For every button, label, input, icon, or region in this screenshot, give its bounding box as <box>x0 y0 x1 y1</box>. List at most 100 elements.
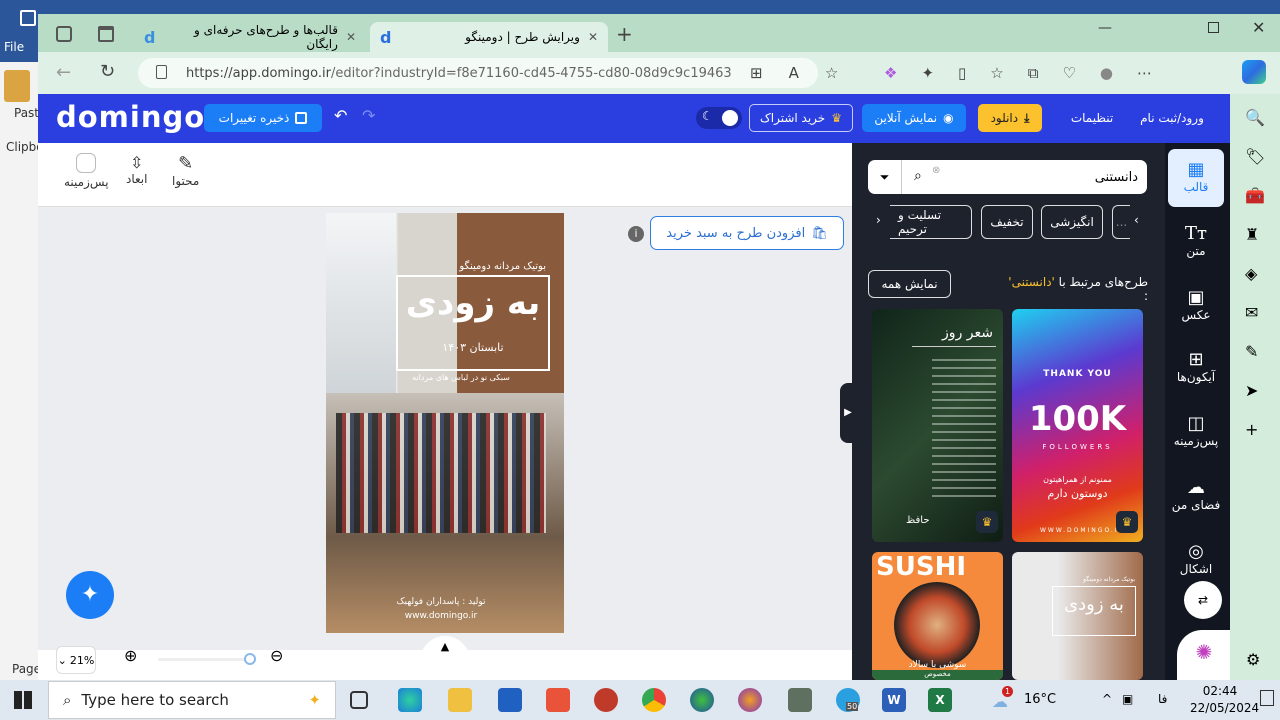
workspaces-icon[interactable] <box>56 26 72 42</box>
shopping-tag-icon[interactable]: 🏷 <box>1245 147 1265 166</box>
vertical-tabs-icon[interactable] <box>98 26 114 42</box>
excel-taskbar-icon[interactable]: X <box>928 688 952 712</box>
info-icon[interactable]: i <box>628 226 644 242</box>
ai-brain-button[interactable]: ✺ <box>1177 630 1231 680</box>
weather-temp[interactable]: 16°C <box>1024 692 1056 707</box>
network-icon[interactable]: ▣ <box>1122 692 1133 706</box>
favorites-icon[interactable]: ☆ <box>990 64 1003 82</box>
content-tool[interactable]: ✎ محتوا <box>172 153 199 188</box>
close-window-button[interactable]: ✕ <box>1252 18 1265 37</box>
app-p-icon[interactable] <box>594 688 618 712</box>
task-view-icon[interactable] <box>350 691 368 709</box>
tools-icon[interactable]: 🧰 <box>1245 186 1265 205</box>
search-icon[interactable]: ⌕ <box>914 168 922 184</box>
chips-scroll-left[interactable]: ‹ <box>1134 213 1139 227</box>
save-changes-button[interactable]: ذخیره تغییرات <box>204 104 322 132</box>
zoom-dropdown[interactable]: ⌄ 21% <box>56 646 96 674</box>
profile-avatar[interactable]: ● <box>1100 64 1113 82</box>
word-taskbar-icon[interactable]: W <box>882 688 906 712</box>
clear-search-icon[interactable]: ⊗ <box>932 165 940 176</box>
telegram-icon[interactable]: ➤ <box>1245 381 1265 400</box>
redo-button[interactable]: ↷ <box>362 106 375 125</box>
chip-condolence[interactable]: تسلیت و ترحیم <box>890 205 972 239</box>
translate-button[interactable]: ⇄ <box>1184 581 1222 619</box>
new-tab-button[interactable]: + <box>616 22 633 46</box>
file-menu[interactable]: File <box>4 40 24 54</box>
design-canvas[interactable]: بوتیک مردانه دومینگو به زودی تابستان ۱۴۰… <box>326 213 564 633</box>
download-manager-icon[interactable] <box>690 688 714 712</box>
extensions-icon[interactable]: ✦ <box>921 64 934 82</box>
add-icon[interactable]: + <box>1245 420 1265 439</box>
nav-icons[interactable]: ⊞ آیکون‌ها <box>1168 349 1224 384</box>
settings-gear-icon[interactable]: ⚙ <box>1246 650 1260 669</box>
nav-text[interactable]: Tт متن <box>1168 223 1224 258</box>
nav-background[interactable]: ◫ پس‌زمینه <box>1168 413 1224 448</box>
designer-icon[interactable]: ✎ <box>1245 342 1265 361</box>
tab-templates[interactable]: ✕ قالب‌ها و طرح‌های حرفه‌ای و رایگان d <box>134 22 366 52</box>
weather-icon[interactable]: ☁ 1 <box>992 686 1013 711</box>
chip-partial[interactable]: ... <box>1112 205 1130 239</box>
split-screen-icon[interactable]: ▯ <box>958 64 966 82</box>
language-indicator[interactable]: فا <box>1158 692 1167 706</box>
add-to-cart-button[interactable]: 🛍 افزودن طرح به سبد خرید <box>650 216 844 250</box>
taskbar-search[interactable]: ⌕ Type here to search ✦ <box>48 681 336 719</box>
zoom-in-icon[interactable]: ⊕ <box>124 646 137 665</box>
url-input[interactable]: https://app.domingo.ir/editor?industryId… <box>138 58 818 88</box>
settings-link[interactable]: تنظیمات <box>1062 104 1122 132</box>
minimize-button[interactable]: — <box>1098 20 1112 36</box>
chip-discount[interactable]: تخفیف <box>981 205 1033 239</box>
chips-scroll-right[interactable]: › <box>876 213 881 227</box>
nav-image[interactable]: ▣ عکس <box>1168 287 1224 322</box>
template-card-poem[interactable]: شعر روز حافظ ♛ <box>872 309 1003 542</box>
firefox-icon[interactable] <box>738 688 762 712</box>
file-explorer-icon[interactable] <box>448 688 472 712</box>
performance-icon[interactable]: ♡ <box>1062 64 1075 82</box>
nav-shapes[interactable]: ◎ اشکال <box>1168 541 1224 576</box>
maximize-button[interactable] <box>1208 22 1219 33</box>
zoom-slider[interactable] <box>158 653 256 665</box>
background-tool[interactable]: پس‌زمینه <box>64 153 109 189</box>
lock-icon[interactable] <box>156 65 167 79</box>
outlook-icon[interactable]: ✉ <box>1245 303 1265 322</box>
show-all-button[interactable]: نمایش همه <box>868 270 951 298</box>
tab-editor[interactable]: ✕ ویرایش طرح | دومینگو d <box>370 22 608 52</box>
app-available-icon[interactable]: ⊞ <box>750 64 763 82</box>
edge-taskbar-icon[interactable] <box>398 688 422 712</box>
copilot-icon[interactable] <box>1242 60 1266 84</box>
nav-my-space[interactable]: ☁ فضای من <box>1168 477 1224 512</box>
template-card-100k[interactable]: THANK YOU 100K FOLLOWERS ممنونم از همراه… <box>1012 309 1143 542</box>
more-menu-icon[interactable]: ⋯ <box>1137 64 1152 82</box>
chip-motivational[interactable]: انگیزشی <box>1041 205 1103 239</box>
copilot-app-icon[interactable]: ◈ <box>1245 264 1265 283</box>
notifications-icon[interactable] <box>1260 690 1274 706</box>
download-button[interactable]: ⤓ دانلود <box>978 104 1042 132</box>
app-c-icon[interactable] <box>546 688 570 712</box>
magic-wand-button[interactable]: ✦ <box>66 571 114 619</box>
chrome-icon[interactable] <box>642 688 666 712</box>
nav-template[interactable]: ▦ قالب <box>1168 149 1224 207</box>
paste-icon[interactable] <box>4 70 30 102</box>
favorite-star-icon[interactable]: ☆ <box>825 64 838 82</box>
domingo-logo[interactable]: domingo <box>56 100 205 134</box>
app-green-icon[interactable] <box>788 688 812 712</box>
undo-button[interactable]: ↶ <box>334 106 347 125</box>
read-aloud-icon[interactable]: A <box>789 64 799 82</box>
close-icon[interactable]: ✕ <box>346 30 356 44</box>
template-card-sushi[interactable]: SUSHI سوشی با سالاد مخصوص <box>872 552 1003 680</box>
telegram-taskbar-icon[interactable]: 50 <box>836 688 860 712</box>
buy-subscription-button[interactable]: ♛ خرید اشتراک <box>749 104 853 132</box>
store-icon[interactable] <box>498 688 522 712</box>
template-card-coming-soon[interactable]: بوتیک مردانه دومینگو به زودی <box>1012 552 1143 680</box>
clock[interactable]: 02:44 22/05/2024 <box>1190 683 1259 717</box>
refresh-button[interactable]: ↻ <box>100 61 115 82</box>
tray-chevron-icon[interactable]: ^ <box>1102 692 1112 706</box>
zoom-slider-thumb[interactable] <box>244 653 256 665</box>
save-icon[interactable] <box>20 10 36 26</box>
dimensions-tool[interactable]: ⇳ ابعاد <box>126 153 147 186</box>
close-icon[interactable]: ✕ <box>588 30 598 44</box>
back-button[interactable]: ← <box>56 62 71 83</box>
online-preview-button[interactable]: ◉ نمایش آنلاین <box>862 104 966 132</box>
search-input[interactable] <box>948 166 1138 188</box>
search-icon[interactable]: 🔍 <box>1245 108 1265 127</box>
windows-start-icon[interactable] <box>14 691 32 709</box>
